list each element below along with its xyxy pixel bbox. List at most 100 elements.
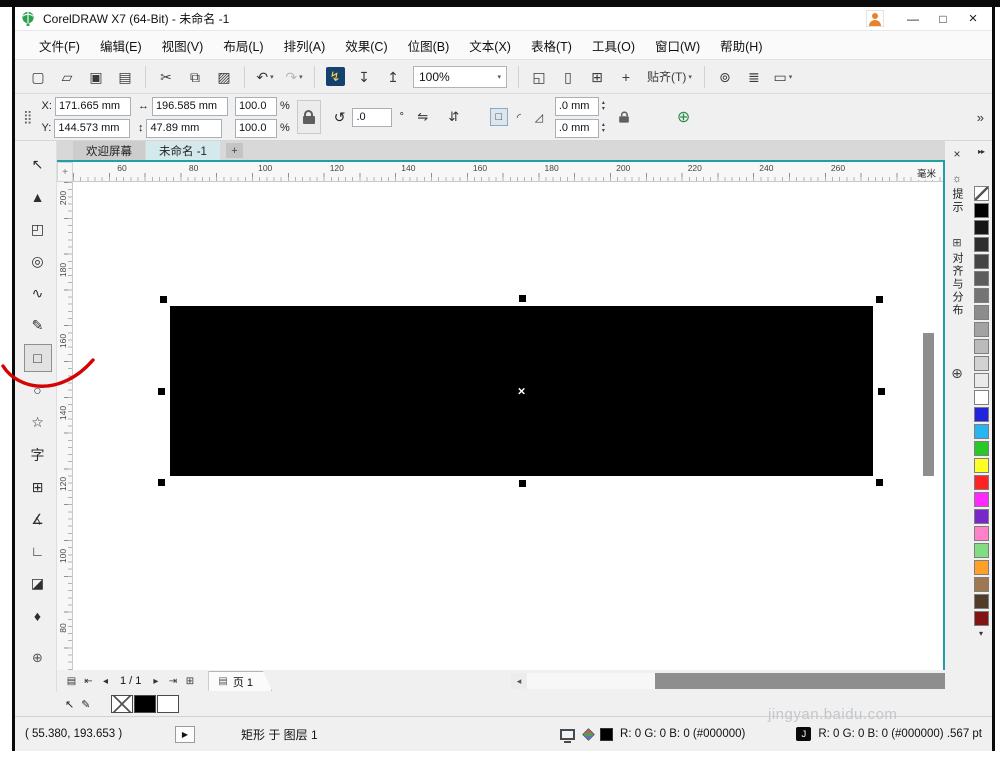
palette-swatch-1[interactable] (974, 203, 989, 218)
horizontal-scrollbar-thumb[interactable] (655, 673, 945, 689)
palette-swatch-25[interactable] (974, 611, 989, 626)
new-document-button[interactable]: ▢ (25, 64, 51, 90)
palette-swatch-13[interactable] (974, 407, 989, 422)
docker-close-icon[interactable]: × (953, 147, 960, 161)
new-tab-button[interactable]: + (226, 143, 243, 158)
palette-swatch-14[interactable] (974, 424, 989, 439)
show-grid-button[interactable]: ⊞ (584, 64, 610, 90)
fullscreen-preview-button[interactable]: ◱ (526, 64, 552, 90)
palette-swatch-15[interactable] (974, 441, 989, 456)
import-button[interactable]: ↧ (351, 64, 377, 90)
lock-ratio-button[interactable] (297, 100, 321, 134)
show-rulers-button[interactable]: ▯ (555, 64, 581, 90)
menu-text[interactable]: 文本(X) (459, 30, 521, 61)
scalloped-corner-button[interactable]: ◜ (510, 108, 528, 126)
selection-center-mark[interactable]: × (518, 384, 526, 399)
drop-shadow-tool[interactable]: ◪ (24, 570, 52, 597)
rectangle-tool[interactable]: □ (24, 344, 52, 371)
property-bar-overflow-icon[interactable]: » (977, 110, 984, 125)
quick-add-button[interactable]: ⊕ (677, 107, 690, 127)
drawn-rectangle[interactable]: × (170, 306, 873, 476)
outline-pen-icon[interactable]: J (796, 727, 811, 741)
selection-handle-e[interactable] (878, 388, 885, 395)
next-page-button[interactable]: ▸ (147, 676, 164, 687)
palette-swatch-2[interactable] (974, 220, 989, 235)
menu-view[interactable]: 视图(V) (152, 30, 214, 61)
menu-effects[interactable]: 效果(C) (335, 30, 397, 61)
previous-page-button[interactable]: ◂ (97, 676, 114, 687)
menu-edit[interactable]: 编辑(E) (90, 30, 152, 61)
tab-welcome-screen[interactable]: 欢迎屏幕 (73, 141, 145, 160)
first-page-button[interactable]: ⇤ (80, 676, 97, 687)
menu-help[interactable]: 帮助(H) (710, 30, 772, 61)
user-account-icon[interactable] (866, 10, 884, 27)
palette-swatch-9[interactable] (974, 339, 989, 354)
copy-button[interactable]: ⧉ (182, 64, 208, 90)
export-button[interactable]: ↥ (380, 64, 406, 90)
palette-swatch-12[interactable] (974, 390, 989, 405)
corner-radius-1-spinner[interactable]: ▴▾ (602, 100, 605, 112)
open-button[interactable]: ▱ (54, 64, 80, 90)
search-content-button[interactable]: ↯ (322, 64, 348, 90)
corner-radius-1-input[interactable] (555, 97, 599, 116)
y-position-input[interactable] (54, 119, 130, 138)
palette-swatch-24[interactable] (974, 594, 989, 609)
application-launcher-button[interactable]: ≣ (741, 64, 767, 90)
window-views-button[interactable]: ▭▾ (770, 64, 796, 90)
palette-swatch-22[interactable] (974, 560, 989, 575)
undo-button[interactable]: ↶▾ (252, 64, 278, 90)
text-tool[interactable]: 字 (24, 441, 52, 468)
page-tab-1[interactable]: ▤ 页 1 (208, 671, 272, 691)
close-button[interactable]: × (958, 9, 988, 29)
palette-scroll-down-icon[interactable]: ▾ (979, 629, 983, 638)
selection-handle-n[interactable] (519, 295, 526, 302)
canvas[interactable]: × (73, 182, 945, 670)
zoom-level-select-arrow-icon[interactable]: ▾ (497, 73, 501, 81)
artistic-media-tool[interactable]: ✎ (24, 312, 52, 339)
maximize-button[interactable]: □ (928, 9, 958, 29)
paste-button[interactable]: ▨ (211, 64, 237, 90)
no-color-swatch[interactable] (111, 695, 133, 713)
menu-tools[interactable]: 工具(O) (582, 30, 645, 61)
ruler-origin[interactable]: + (57, 162, 73, 182)
spin-down-icon[interactable]: ▾ (602, 106, 605, 112)
snap-settings-button[interactable]: + (613, 64, 639, 90)
toolbox-add-button[interactable]: ⊕ (24, 645, 52, 672)
palette-expand-icon[interactable]: ▸▸ (978, 147, 984, 156)
chamfered-corner-button[interactable]: ◿ (530, 108, 548, 126)
palette-swatch-8[interactable] (974, 322, 989, 337)
parallel-dimension-tool[interactable]: ∡ (24, 506, 52, 533)
scroll-left-button[interactable]: ◂ (511, 673, 527, 689)
selection-handle-ne[interactable] (876, 296, 883, 303)
menu-table[interactable]: 表格(T) (521, 30, 582, 61)
fill-color-swatch[interactable] (600, 728, 613, 741)
freehand-tool[interactable]: ∿ (24, 280, 52, 307)
quick-customize-button[interactable]: ⊕ (951, 365, 963, 382)
palette-swatch-20[interactable] (974, 526, 989, 541)
selection-handle-s[interactable] (519, 480, 526, 487)
ellipse-tool[interactable]: ○ (24, 377, 52, 404)
selection-handle-nw[interactable] (160, 296, 167, 303)
menu-window[interactable]: 窗口(W) (645, 30, 710, 61)
save-button[interactable]: ▣ (83, 64, 109, 90)
docker-tab-align-distribute[interactable]: ⊞ 对齐与分布 (949, 236, 965, 317)
spin-down-icon[interactable]: ▾ (602, 128, 605, 134)
docker-tab-hints[interactable]: ☼ 提示 (949, 173, 965, 214)
print-button[interactable]: ▤ (112, 64, 138, 90)
palette-swatch-16[interactable] (974, 458, 989, 473)
mirror-horizontal-button[interactable]: ⇋ (411, 106, 435, 128)
horizontal-ruler[interactable]: 毫米 6080100120140160180200220240260 (73, 162, 943, 182)
mirror-vertical-button[interactable]: ⇵ (442, 106, 466, 128)
scale-x-input[interactable] (235, 97, 277, 116)
palette-swatch-23[interactable] (974, 577, 989, 592)
selection-handle-sw[interactable] (158, 479, 165, 486)
edit-corners-together-button[interactable] (614, 103, 633, 130)
palette-swatch-21[interactable] (974, 543, 989, 558)
palette-swatch-0[interactable] (974, 186, 989, 201)
color-eyedropper-tool[interactable]: ♦ (24, 602, 52, 629)
vertical-ruler[interactable]: 20018016014012010080 (57, 182, 73, 670)
table-tool[interactable]: ⊞ (24, 473, 52, 500)
palette-swatch-7[interactable] (974, 305, 989, 320)
vertical-scrollbar-thumb[interactable] (923, 333, 934, 476)
black-color-swatch[interactable] (134, 695, 156, 713)
